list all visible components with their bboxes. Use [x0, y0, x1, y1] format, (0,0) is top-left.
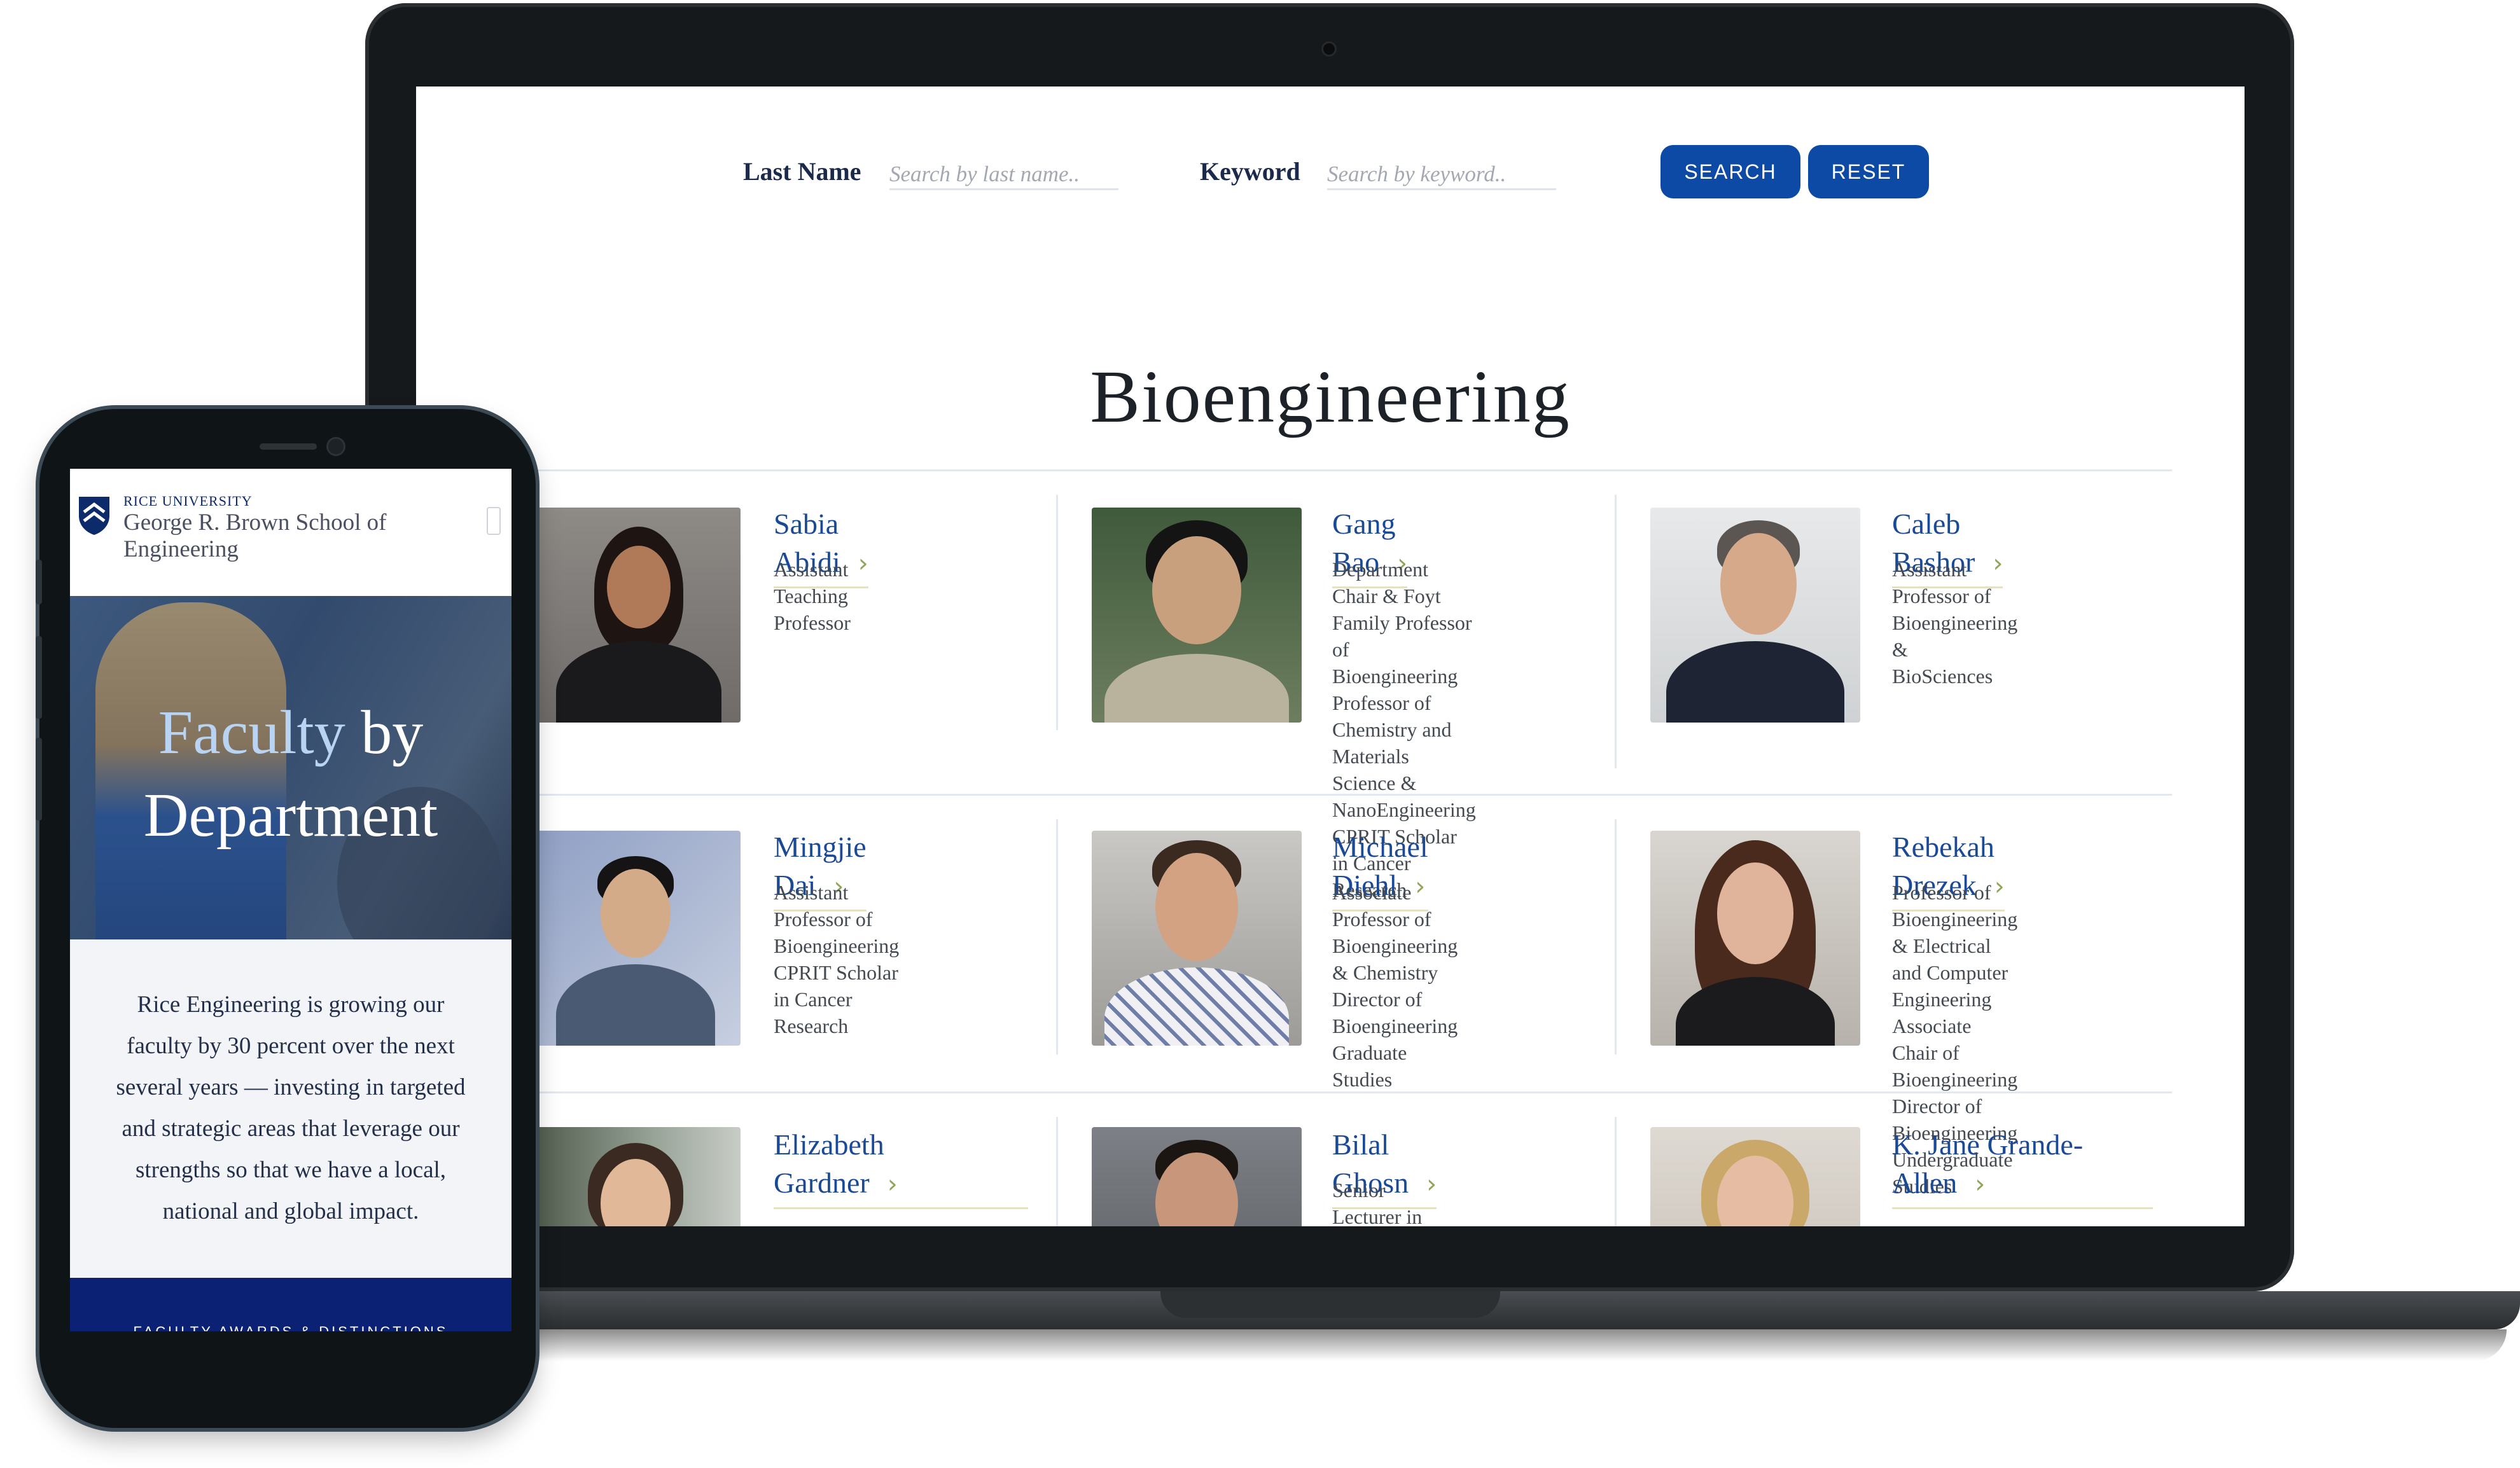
column-divider: [1615, 819, 1617, 1055]
faculty-photo[interactable]: [531, 1127, 741, 1226]
faculty-photo[interactable]: [1650, 1127, 1860, 1226]
laptop-shadow: [382, 1329, 2507, 1361]
faculty-name-link[interactable]: K. Jane Grande- Allen ›: [1892, 1126, 2153, 1209]
school-name[interactable]: George R. Brown School of Engineering: [123, 509, 416, 563]
chevron-right-icon: ›: [1975, 1170, 1986, 1199]
faculty-photo[interactable]: [1092, 508, 1302, 723]
faculty-role: Assistant Professor of Bioengineering CP…: [774, 881, 900, 1037]
search-button[interactable]: SEARCH: [1660, 145, 1800, 198]
divider: [518, 469, 2172, 471]
rice-shield-icon[interactable]: [76, 494, 112, 536]
last-name-input[interactable]: Search by last name..: [889, 150, 1118, 190]
mobile-hero: Faculty by Department: [70, 596, 512, 939]
faculty-photo[interactable]: [531, 831, 741, 1046]
mobile-awards-bar[interactable]: FACULTY AWARDS & DISTINCTIONS: [70, 1278, 512, 1331]
mobile-page: RICE UNIVERSITY George R. Brown School o…: [70, 469, 512, 1331]
menu-icon[interactable]: [487, 507, 501, 535]
phone-camera: [328, 439, 344, 454]
university-name: RICE UNIVERSITY: [123, 493, 253, 509]
intro-text: Rice Engineering is growing our faculty …: [116, 992, 466, 1224]
faculty-photo[interactable]: [1650, 508, 1860, 723]
column-divider: [1056, 819, 1058, 1055]
keyword-input[interactable]: Search by keyword..: [1327, 150, 1556, 190]
faculty-role: Senior Lecturer in Bioengineering: [1332, 1179, 1423, 1226]
faculty-search-bar: Last Name Search by last name.. Keyword …: [416, 87, 2245, 277]
column-divider: [1056, 1117, 1058, 1226]
keyword-label: Keyword: [1200, 157, 1300, 186]
desktop-page: Last Name Search by last name.. Keyword …: [416, 87, 2245, 1226]
awards-link-label: FACULTY AWARDS & DISTINCTIONS: [70, 1324, 512, 1331]
faculty-name-link[interactable]: Elizabeth Gardner ›: [774, 1126, 1028, 1209]
reset-button[interactable]: RESET: [1808, 145, 1929, 198]
faculty-photo[interactable]: [1092, 1127, 1302, 1226]
column-divider: [1615, 1117, 1617, 1226]
laptop-hinge-notch: [1160, 1291, 1500, 1318]
faculty-photo[interactable]: [531, 508, 741, 723]
mobile-intro-section: Rice Engineering is growing our faculty …: [70, 939, 512, 1278]
phone-mute-button: [36, 560, 42, 604]
phone-volume-down-button: [36, 738, 42, 821]
faculty-role: Assistant Professor of Bioengineering & …: [1892, 558, 2018, 688]
hero-title: Faculty by Department: [143, 698, 438, 850]
faculty-photo[interactable]: [1092, 831, 1302, 1046]
chevron-right-icon: ›: [858, 549, 868, 578]
phone-speaker: [260, 443, 317, 450]
department-title: Bioengineering: [1090, 355, 1571, 438]
laptop-camera: [1323, 43, 1335, 55]
phone-volume-up-button: [36, 636, 42, 719]
column-divider: [1056, 495, 1058, 730]
chevron-right-icon: ›: [887, 1170, 898, 1199]
faculty-photo[interactable]: [1650, 831, 1860, 1046]
column-divider: [1615, 495, 1617, 768]
last-name-label: Last Name: [743, 157, 861, 186]
faculty-role: Associate Professor of Bioengineering & …: [1332, 881, 1458, 1091]
mobile-header: RICE UNIVERSITY George R. Brown School o…: [70, 469, 512, 596]
faculty-role: Assistant Teaching Professor: [774, 558, 851, 634]
